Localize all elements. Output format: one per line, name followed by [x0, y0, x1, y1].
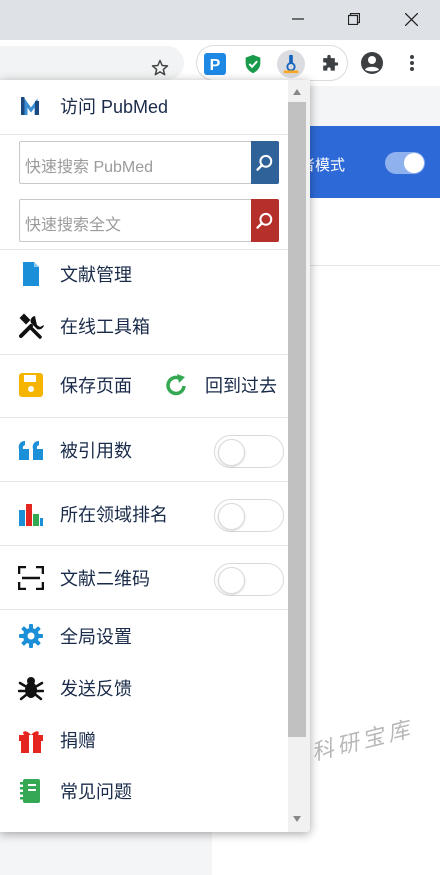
scholar-extension-button[interactable]	[277, 50, 305, 78]
bar-chart-icon	[18, 501, 44, 527]
field-rank-toggle[interactable]	[214, 499, 284, 532]
save-page-menu-item[interactable]: 保存页面	[0, 363, 150, 407]
send-feedback-label: 发送反馈	[60, 679, 132, 699]
search-icon	[256, 212, 273, 229]
divider	[0, 545, 288, 546]
tools-icon	[18, 313, 44, 339]
star-icon	[151, 59, 169, 76]
qr-code-label: 文献二维码	[60, 569, 150, 589]
profile-button[interactable]	[360, 51, 384, 75]
save-page-label: 保存页面	[60, 376, 132, 396]
pubmed-search-placeholder: 快速搜索 PubMed	[25, 159, 154, 176]
p-extension-button[interactable]: P	[201, 50, 229, 78]
pubmed-logo-icon	[18, 93, 44, 119]
close-icon	[404, 12, 418, 26]
qr-code-toggle[interactable]	[214, 563, 284, 596]
online-tools-label: 在线工具箱	[60, 317, 150, 337]
faq-label: 常见问题	[60, 782, 132, 802]
gear-icon	[18, 623, 44, 649]
close-window-button[interactable]	[396, 6, 426, 32]
scroll-down-button[interactable]	[289, 811, 305, 827]
address-bar[interactable]	[0, 46, 184, 80]
scholar-extension-icon	[283, 54, 299, 74]
extensions-menu-button[interactable]	[315, 50, 343, 78]
popup-scrollbar-thumb[interactable]	[288, 102, 306, 737]
divider	[0, 354, 288, 355]
quote-icon	[18, 437, 44, 463]
pubmed-search-field[interactable]: 快速搜索 PubMed	[19, 141, 279, 184]
arrow-up-icon	[293, 89, 301, 95]
bug-icon	[18, 675, 44, 701]
faq-menu-item[interactable]: 常见问题	[0, 769, 288, 813]
qr-scan-icon	[18, 565, 44, 591]
floppy-disk-icon	[18, 372, 44, 398]
extension-popup: 访问 PubMed 快速搜索 PubMed 快速搜索全文 文献管理 在线工具箱	[0, 80, 310, 832]
donate-menu-item[interactable]: 捐赠	[0, 718, 288, 762]
refresh-icon	[163, 372, 189, 398]
shield-extension-icon	[245, 54, 261, 74]
divider	[0, 417, 288, 418]
minimize-icon	[292, 18, 304, 20]
divider	[0, 134, 288, 135]
avatar-icon	[361, 52, 383, 74]
divider	[0, 609, 288, 610]
document-icon	[18, 261, 44, 287]
divider	[0, 249, 288, 250]
fulltext-search-placeholder: 快速搜索全文	[25, 217, 122, 234]
visit-pubmed-label: 访问 PubMed	[60, 97, 169, 117]
send-feedback-menu-item[interactable]: 发送反馈	[0, 666, 288, 710]
browser-titlebar	[0, 0, 440, 40]
citations-label: 被引用数	[60, 441, 132, 461]
doc-manage-menu-item[interactable]: 文献管理	[0, 252, 288, 296]
go-back-menu-item[interactable]: 回到过去	[145, 363, 288, 407]
banner-mode-toggle[interactable]	[385, 152, 425, 174]
field-rank-label: 所在领域排名	[60, 505, 168, 525]
global-settings-menu-item[interactable]: 全局设置	[0, 614, 288, 658]
scroll-up-button[interactable]	[289, 84, 305, 100]
extensions-group: P	[196, 45, 348, 81]
minimize-window-button[interactable]	[283, 6, 313, 32]
doc-manage-label: 文献管理	[60, 265, 132, 285]
more-vertical-icon	[410, 55, 414, 71]
divider	[0, 481, 288, 482]
shield-extension-button[interactable]	[239, 50, 267, 78]
go-back-label: 回到过去	[205, 376, 277, 396]
pubmed-search-button[interactable]	[251, 141, 279, 184]
fulltext-search-field[interactable]: 快速搜索全文	[19, 199, 279, 242]
notebook-icon	[18, 778, 44, 804]
online-tools-menu-item[interactable]: 在线工具箱	[0, 304, 288, 348]
search-icon	[256, 154, 273, 171]
browser-menu-button[interactable]	[400, 51, 424, 75]
citations-toggle[interactable]	[214, 435, 284, 468]
puzzle-icon	[323, 54, 339, 71]
gift-icon	[18, 727, 44, 753]
visit-pubmed-link[interactable]: 访问 PubMed	[0, 80, 288, 132]
donate-label: 捐赠	[60, 731, 96, 751]
fulltext-search-button[interactable]	[251, 199, 279, 242]
p-extension-icon: P	[204, 53, 226, 75]
arrow-down-icon	[293, 816, 301, 822]
svg-text:P: P	[210, 57, 221, 74]
restore-window-button[interactable]	[339, 6, 369, 32]
global-settings-label: 全局设置	[60, 627, 132, 647]
restore-icon	[348, 13, 360, 25]
